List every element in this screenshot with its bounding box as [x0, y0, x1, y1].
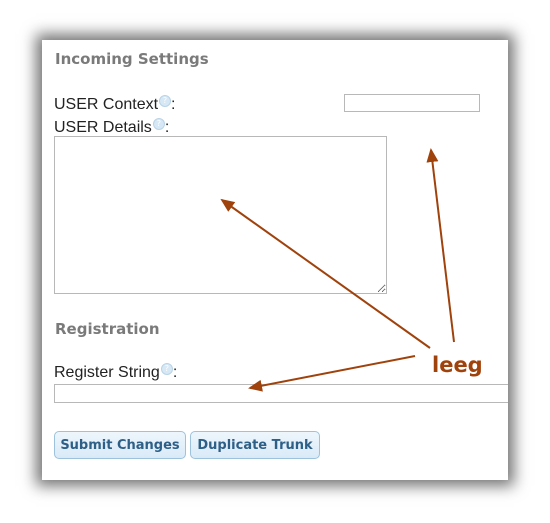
- register-string-label: Register String: [54, 364, 160, 381]
- register-string-label-row: Register String?:: [54, 363, 177, 382]
- help-icon[interactable]: ?: [160, 363, 173, 375]
- duplicate-trunk-button[interactable]: Duplicate Trunk: [190, 431, 320, 459]
- user-context-input[interactable]: [344, 94, 480, 112]
- user-context-label: USER Context: [54, 96, 159, 113]
- incoming-settings-heading: Incoming Settings: [55, 50, 209, 68]
- user-context-label-row: USER Context?:: [54, 95, 176, 114]
- user-details-label: USER Details: [54, 119, 152, 136]
- register-string-input[interactable]: [54, 384, 508, 403]
- label-colon: :: [172, 364, 178, 381]
- help-icon[interactable]: ?: [159, 95, 172, 107]
- submit-changes-button[interactable]: Submit Changes: [54, 431, 186, 459]
- trunk-settings-panel: Incoming Settings USER Context?: USER De…: [42, 40, 508, 480]
- user-details-textarea[interactable]: [54, 136, 387, 294]
- user-details-label-row: USER Details?:: [54, 118, 169, 137]
- help-icon[interactable]: ?: [152, 118, 165, 130]
- label-colon: :: [171, 96, 176, 113]
- registration-heading: Registration: [55, 320, 160, 338]
- annotation-label: leeg: [432, 353, 483, 377]
- label-colon: :: [164, 119, 170, 136]
